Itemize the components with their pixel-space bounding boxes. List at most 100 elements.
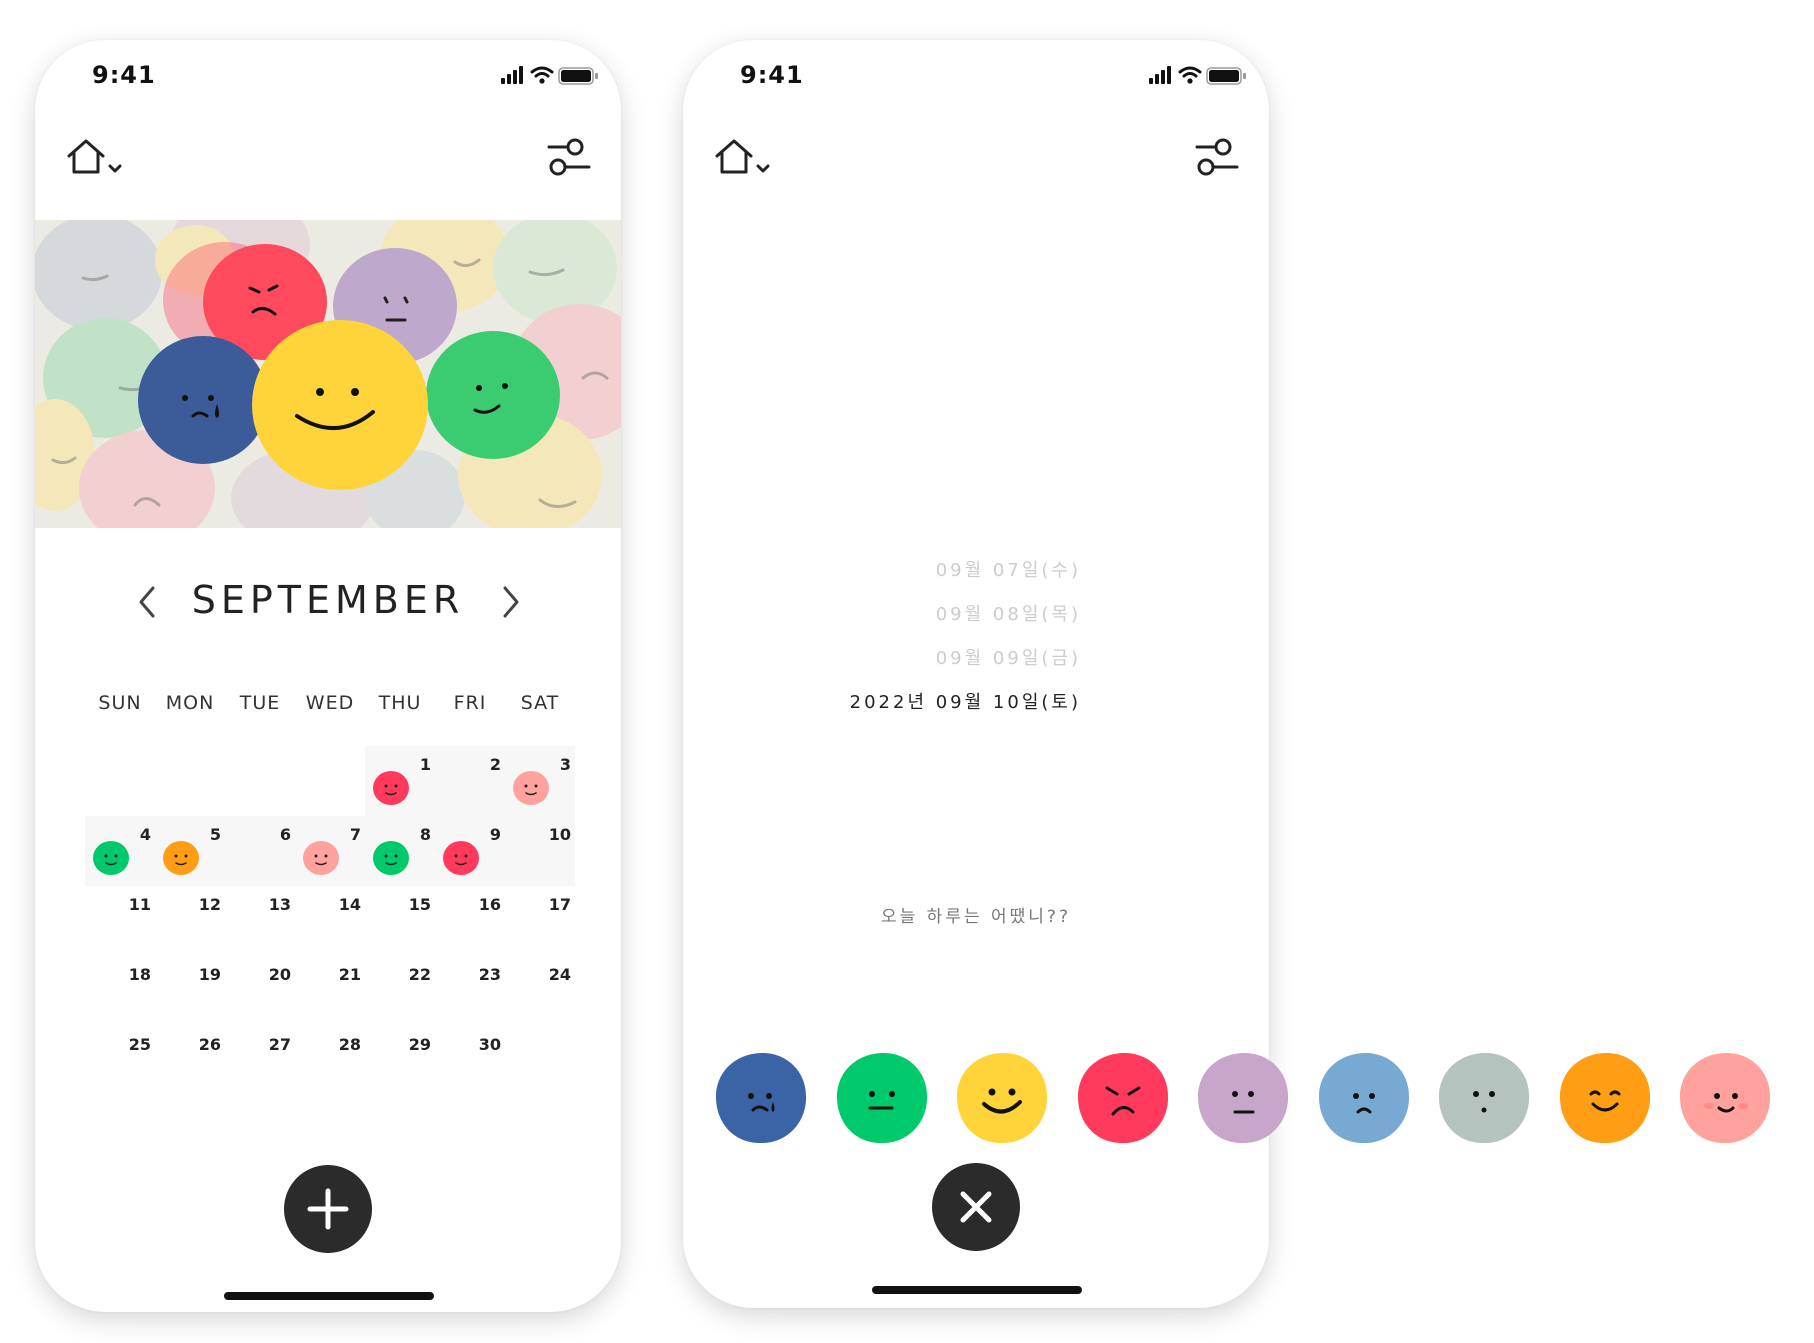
plus-icon: [307, 1188, 349, 1230]
calendar-day-cell[interactable]: 11: [85, 886, 155, 956]
selected-date[interactable]: 2022년 09월 10일(토): [850, 688, 1081, 714]
settings-button[interactable]: [1195, 136, 1239, 184]
day-number: 27: [268, 1035, 291, 1054]
sliders-icon: [547, 138, 591, 176]
calendar-day-cell[interactable]: 13: [225, 886, 295, 956]
weekday-header: SUN MON TUE WED THU FRI SAT: [85, 692, 575, 722]
weekday-label: SAT: [520, 692, 560, 714]
next-month-button[interactable]: [499, 582, 523, 626]
calendar-day-cell[interactable]: 1: [365, 746, 435, 816]
calendar-day-cell[interactable]: 10: [505, 816, 575, 886]
mood-face-icon: [513, 771, 549, 805]
mood-option-button[interactable]: [1677, 1050, 1773, 1150]
wifi-icon: [530, 66, 554, 78]
calendar-day-cell[interactable]: 14: [295, 886, 365, 956]
home-menu-button[interactable]: [713, 136, 775, 184]
day-number: 30: [478, 1035, 501, 1054]
mood-option-button[interactable]: [1195, 1050, 1291, 1150]
settings-button[interactable]: [547, 136, 591, 184]
add-entry-button[interactable]: [284, 1165, 372, 1253]
sad-blue-face-icon: [716, 1052, 807, 1144]
happy-yellow-face-icon: [957, 1052, 1048, 1144]
mood-face-icon: [93, 841, 129, 875]
day-number: 15: [408, 895, 431, 914]
status-icons: [1149, 64, 1249, 92]
weekday-label: THU: [378, 692, 422, 714]
mood-option-button[interactable]: [954, 1050, 1050, 1150]
signal-icon: [501, 66, 523, 84]
calendar-day-cell[interactable]: 19: [155, 956, 225, 1026]
calendar-day-cell[interactable]: 21: [295, 956, 365, 1026]
calendar-day-cell[interactable]: 28: [295, 1026, 365, 1096]
calendar-day-cell[interactable]: 6: [225, 816, 295, 886]
sliders-icon: [1195, 138, 1239, 176]
day-number: 18: [128, 965, 151, 984]
home-icon: [67, 139, 122, 174]
day-number: 5: [209, 825, 221, 844]
calendar-day-cell[interactable]: 8: [365, 816, 435, 886]
signal-icon: [1149, 66, 1171, 84]
home-indicator: [224, 1292, 434, 1300]
calendar-day-cell[interactable]: 16: [435, 886, 505, 956]
calendar-screen: 9:41 SEPTEMBER SUN MON TUE WED THU FRI S…: [35, 40, 621, 1312]
calendar-day-cell[interactable]: 4: [85, 816, 155, 886]
mood-characters-banner: [35, 193, 621, 548]
battery-icon: [558, 67, 598, 85]
mood-option-button[interactable]: [1316, 1050, 1412, 1150]
mood-face-icon: [373, 841, 409, 875]
weekday-label: WED: [305, 692, 355, 714]
home-menu-button[interactable]: [65, 136, 127, 184]
calendar-day-cell[interactable]: 27: [225, 1026, 295, 1096]
month-navigator: SEPTEMBER: [35, 572, 621, 632]
date-option[interactable]: 09월 09일(금): [936, 644, 1081, 670]
calendar-day-cell[interactable]: 30: [435, 1026, 505, 1096]
calendar-day-cell[interactable]: 18: [85, 956, 155, 1026]
mood-option-button[interactable]: [713, 1050, 809, 1150]
close-button[interactable]: [932, 1163, 1020, 1251]
calendar-day-cell[interactable]: 17: [505, 886, 575, 956]
calendar-day-cell[interactable]: 2: [435, 746, 505, 816]
mood-face-icon: [443, 841, 479, 875]
mood-option-button[interactable]: [834, 1050, 930, 1150]
calendar-day-cell[interactable]: 26: [155, 1026, 225, 1096]
day-number: 19: [198, 965, 221, 984]
date-option[interactable]: 09월 08일(목): [936, 600, 1081, 626]
calendar-day-cell[interactable]: 5: [155, 816, 225, 886]
close-icon: [960, 1191, 992, 1223]
calendar-day-cell[interactable]: 15: [365, 886, 435, 956]
day-number: 1: [419, 755, 431, 774]
calendar-day-cell[interactable]: 22: [365, 956, 435, 1026]
calendar-day-cell[interactable]: 12: [155, 886, 225, 956]
calendar-day-cell[interactable]: 20: [225, 956, 295, 1026]
calendar-day-cell[interactable]: 24: [505, 956, 575, 1026]
day-number: 20: [268, 965, 291, 984]
day-number: 12: [198, 895, 221, 914]
calendar-day-cell[interactable]: 23: [435, 956, 505, 1026]
calendar-day-cell[interactable]: 9: [435, 816, 505, 886]
day-number: 4: [139, 825, 151, 844]
day-number: 13: [268, 895, 291, 914]
weekday-label: SUN: [98, 692, 142, 714]
mood-option-button[interactable]: [1557, 1050, 1653, 1150]
mood-face-icon: [303, 841, 339, 875]
home-icon: [715, 139, 770, 174]
calendar-day-cell[interactable]: 29: [365, 1026, 435, 1096]
day-number: 3: [559, 755, 571, 774]
calendar-day-cell[interactable]: 7: [295, 816, 365, 886]
mood-option-button[interactable]: [1436, 1050, 1532, 1150]
mood-prompt: 오늘 하루는 어땠니??: [881, 907, 1071, 927]
date-option[interactable]: 09월 07일(수): [936, 556, 1081, 582]
day-number: 21: [338, 965, 361, 984]
month-title: SEPTEMBER: [191, 578, 465, 622]
day-number: 25: [128, 1035, 151, 1054]
calm-green-face-icon: [837, 1052, 928, 1144]
calendar-day-cell[interactable]: 25: [85, 1026, 155, 1096]
day-number: 6: [279, 825, 291, 844]
calendar-day-cell[interactable]: 3: [505, 746, 575, 816]
day-number: 17: [548, 895, 571, 914]
status-time: 9:41: [92, 61, 156, 89]
battery-icon: [1206, 67, 1246, 85]
mood-option-button[interactable]: [1075, 1050, 1171, 1150]
angry-red-face-icon: [1078, 1052, 1169, 1144]
day-number: 23: [478, 965, 501, 984]
